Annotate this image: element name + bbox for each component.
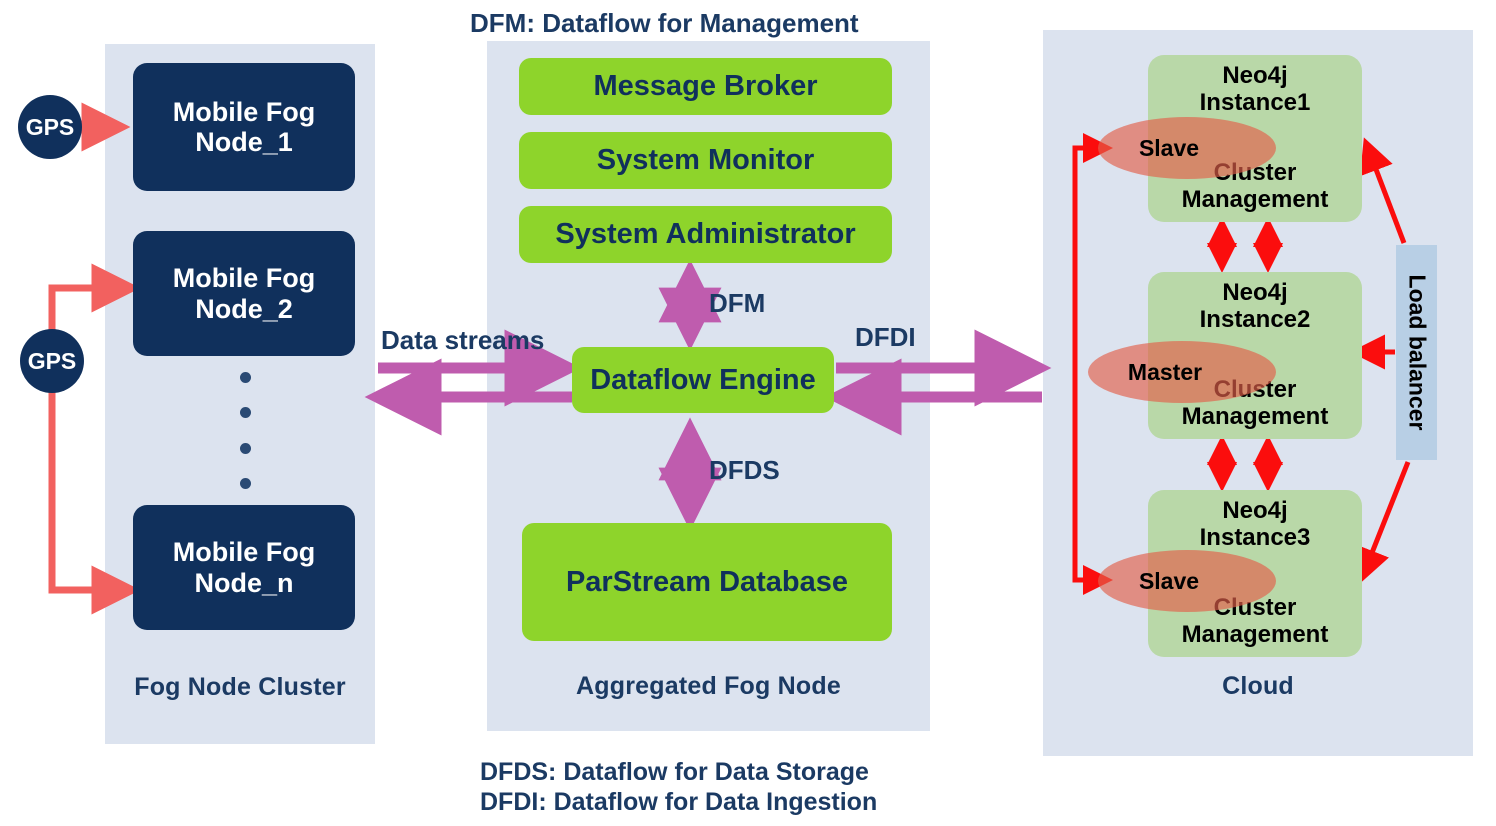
cloud-label: Cloud xyxy=(1222,672,1294,700)
mobile-fog-node-1-line1: Mobile Fog xyxy=(172,96,316,127)
mobile-fog-node-1[interactable]: Mobile Fog Node_1 xyxy=(133,63,355,191)
load-balancer-label: Load balancer xyxy=(1404,274,1430,431)
fog-nodes-ellipsis xyxy=(239,372,251,489)
system-administrator-box[interactable]: System Administrator xyxy=(519,206,892,263)
dataflow-engine-box[interactable]: Dataflow Engine xyxy=(572,347,834,413)
diagram-canvas: DFM: Dataflow for Management GPS GPS Mob… xyxy=(0,0,1496,826)
neo4j-instance-2-name-line1: Neo4j xyxy=(1222,279,1288,306)
neo4j-instance-2-name-line2: Instance2 xyxy=(1199,305,1311,333)
system-monitor-box[interactable]: System Monitor xyxy=(519,132,892,189)
gps-sensor-2-label: GPS xyxy=(27,347,77,374)
mobile-fog-node-1-line2: Node_1 xyxy=(195,127,293,157)
neo4j-instance-1-name-line1: Neo4j xyxy=(1222,62,1288,89)
dfm-legend-title: DFM: Dataflow for Management xyxy=(470,8,859,38)
parstream-database-box[interactable]: ParStream Database xyxy=(522,523,892,641)
mobile-fog-node-n[interactable]: Mobile Fog Node_n xyxy=(133,505,355,630)
dfm-label: DFM xyxy=(709,288,766,318)
gps-sensor-1[interactable]: GPS xyxy=(18,95,82,159)
gps-sensor-1-label: GPS xyxy=(25,113,75,140)
mobile-fog-node-n-line2: Node_n xyxy=(194,567,294,598)
load-balancer-box[interactable]: Load balancer xyxy=(1396,245,1437,460)
mobile-fog-node-2[interactable]: Mobile Fog Node_2 xyxy=(133,231,355,356)
mobile-fog-node-n-line1: Mobile Fog xyxy=(172,537,316,568)
neo4j-instance-1-role-label: Slave xyxy=(1138,134,1200,161)
data-streams-label: Data streams xyxy=(381,325,545,355)
legend-dfds: DFDS: Dataflow for Data Storage xyxy=(480,758,869,786)
neo4j-instance-3-name-line1: Neo4j xyxy=(1222,497,1288,524)
neo4j-instance-3-role-label: Slave xyxy=(1138,567,1200,594)
message-broker-box[interactable]: Message Broker xyxy=(519,58,892,115)
mobile-fog-node-2-line2: Node_2 xyxy=(195,293,293,324)
neo4j-instance-3-service-line2: Management xyxy=(1181,621,1329,649)
mobile-fog-node-2-line1: Mobile Fog xyxy=(172,263,316,294)
neo4j-instance-3-role-badge: Slave xyxy=(1098,550,1276,612)
neo4j-instance-2-service-line2: Management xyxy=(1181,403,1329,431)
neo4j-instance-2-role-badge: Master xyxy=(1088,341,1276,403)
legend-dfdi: DFDI: Dataflow for Data Ingestion xyxy=(480,788,878,816)
gps-sensor-2[interactable]: GPS xyxy=(20,329,84,393)
neo4j-instance-2-role-label: Master xyxy=(1127,358,1203,385)
neo4j-instance-1-service-line2: Management xyxy=(1181,186,1329,214)
dfdi-label: DFDI xyxy=(855,322,916,352)
neo4j-instance-3-name-line2: Instance3 xyxy=(1199,523,1311,551)
fog-node-cluster-label: Fog Node Cluster xyxy=(134,673,346,701)
neo4j-instance-1-name-line2: Instance1 xyxy=(1199,88,1311,116)
aggregated-fog-node-label: Aggregated Fog Node xyxy=(576,672,841,700)
dfds-label: DFDS xyxy=(709,455,780,485)
neo4j-instance-1-role-badge: Slave xyxy=(1098,117,1276,179)
